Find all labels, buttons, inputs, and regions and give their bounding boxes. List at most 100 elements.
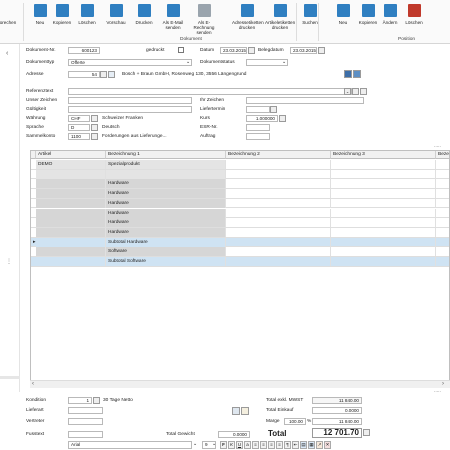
fusstext-field[interactable] xyxy=(68,431,103,438)
sprache-code-field[interactable]: D xyxy=(68,124,90,131)
auftrag-field[interactable] xyxy=(246,133,270,140)
cell-bezeichnung4[interactable] xyxy=(436,189,449,198)
scroll-right-icon[interactable]: › xyxy=(442,381,444,387)
cell-artikel[interactable] xyxy=(36,218,106,228)
cell-bezeichnung1[interactable]: Spezialprodukt xyxy=(106,160,226,169)
cell-bezeichnung3[interactable] xyxy=(331,237,436,247)
ribbon-button-5[interactable]: Als E-Mail senden xyxy=(162,4,184,30)
cell-bezeichnung4[interactable] xyxy=(436,160,449,169)
justify-icon[interactable]: ≡ xyxy=(276,441,283,449)
ribbon-button-12[interactable]: Ändern xyxy=(380,4,400,25)
ribbon-button-9[interactable]: Suchen xyxy=(300,4,320,25)
cell-bezeichnung4[interactable] xyxy=(436,247,449,256)
cell-artikel[interactable] xyxy=(36,169,106,179)
waehrung-lookup-icon[interactable] xyxy=(91,115,98,122)
dokument-nr-field[interactable]: 600123 xyxy=(68,47,100,54)
cell-artikel[interactable] xyxy=(36,257,106,266)
ribbon-button-8[interactable]: Artikeletiketten drucken xyxy=(265,4,295,30)
more-dots-icon[interactable]: ..... xyxy=(434,143,441,149)
insert-link-icon[interactable]: ↗ xyxy=(316,441,323,449)
cell-bezeichnung4[interactable] xyxy=(436,228,449,237)
cell-artikel[interactable] xyxy=(36,227,106,237)
cell-bezeichnung3[interactable] xyxy=(331,179,436,189)
address-edit-icon[interactable] xyxy=(353,70,361,78)
referenztext-field[interactable] xyxy=(68,88,352,95)
table-row[interactable]: Hardware xyxy=(31,179,449,190)
ribbon-button-0[interactable]: Neu xyxy=(33,4,47,25)
italic-icon[interactable]: K xyxy=(228,441,235,449)
cell-bezeichnung1[interactable]: Hardware xyxy=(106,208,226,218)
sprache-lookup-icon[interactable] xyxy=(91,124,98,131)
ribbon-button-11[interactable]: Kopieren xyxy=(357,4,379,25)
kurs-calc-icon[interactable] xyxy=(279,115,286,122)
grid-header-artikel[interactable]: Artikel xyxy=(36,151,106,159)
ribbon-button-4[interactable]: Drucken xyxy=(135,4,153,25)
insert-image-icon[interactable]: ▤ xyxy=(300,441,307,449)
ribbon-button-10[interactable]: Neu xyxy=(334,4,352,25)
cell-bezeichnung3[interactable] xyxy=(331,160,436,169)
vertreter-field[interactable] xyxy=(68,418,103,425)
cell-bezeichnung2[interactable] xyxy=(226,208,331,218)
cell-bezeichnung3[interactable] xyxy=(331,247,436,257)
cell-bezeichnung2[interactable] xyxy=(226,179,331,189)
cell-bezeichnung1[interactable]: Hardware xyxy=(106,189,226,199)
adresse-lookup-icon[interactable] xyxy=(100,71,107,78)
align-center-icon[interactable]: ≡ xyxy=(260,441,267,449)
cell-bezeichnung4[interactable] xyxy=(436,199,449,208)
esr-field[interactable] xyxy=(246,124,270,131)
outdent-icon[interactable]: ⇤ xyxy=(292,441,299,449)
bold-icon[interactable]: F xyxy=(220,441,227,449)
cell-bezeichnung4[interactable] xyxy=(436,238,449,247)
gueltigkeit-field[interactable] xyxy=(68,106,192,113)
ribbon-button-7[interactable]: Adressetiketten drucken xyxy=(232,4,264,30)
grid-header-bezeichnung3[interactable]: Bezeichnung 3 xyxy=(331,151,436,159)
align-right-icon[interactable]: ≡ xyxy=(268,441,275,449)
table-row[interactable]: Hardware xyxy=(31,227,449,238)
cell-bezeichnung4[interactable] xyxy=(436,218,449,227)
cell-bezeichnung2[interactable] xyxy=(226,247,331,257)
table-row[interactable]: DEMO Spezialprodukt xyxy=(31,160,449,170)
collapse-arrow-icon[interactable]: ‹ xyxy=(6,50,8,57)
grid-header-bezeichnung4[interactable]: Bezei xyxy=(436,151,449,159)
chevron-down-icon[interactable]: ⌄ xyxy=(344,88,351,95)
cell-bezeichnung3[interactable] xyxy=(331,257,436,266)
table-row[interactable]: ▸ Subtotal Hardware xyxy=(31,237,449,248)
chevron-down-icon[interactable]: ⌄ xyxy=(186,59,190,65)
ribbon-button-3[interactable]: Vorschau xyxy=(106,4,126,25)
referenztext-edit-icon[interactable] xyxy=(352,88,359,95)
chevron-down-icon[interactable]: ⌄ xyxy=(193,441,197,447)
cell-artikel[interactable] xyxy=(36,179,106,189)
cell-bezeichnung1[interactable]: Hardware xyxy=(106,198,226,208)
cell-bezeichnung1[interactable]: Hardware xyxy=(106,179,226,189)
cell-artikel[interactable] xyxy=(36,247,106,257)
cell-artikel[interactable] xyxy=(36,189,106,199)
delete-format-icon[interactable]: ✕ xyxy=(324,441,331,449)
table-row[interactable]: Hardware xyxy=(31,218,449,228)
kondition-lookup-icon[interactable] xyxy=(93,397,100,404)
chevron-down-icon[interactable]: ⌄ xyxy=(212,441,216,447)
ihr-zeichen-field[interactable] xyxy=(246,97,364,104)
strikethrough-icon[interactable]: a xyxy=(244,441,251,449)
cell-bezeichnung1[interactable]: Software xyxy=(106,247,226,257)
cell-bezeichnung2[interactable] xyxy=(226,189,331,199)
font-family-select[interactable]: Arial xyxy=(68,441,192,449)
lieferart-edit-icon[interactable] xyxy=(241,407,249,415)
cell-artikel[interactable] xyxy=(36,237,106,247)
total-gewicht-field[interactable]: 0.0000 xyxy=(218,431,250,438)
table-row[interactable]: Subtotal Software xyxy=(31,257,449,267)
cell-artikel[interactable] xyxy=(36,198,106,208)
cell-artikel[interactable]: DEMO xyxy=(36,160,106,169)
gedruckt-checkbox[interactable] xyxy=(178,47,184,53)
unser-zeichen-field[interactable] xyxy=(68,97,192,104)
cell-bezeichnung1[interactable]: Hardware xyxy=(106,218,226,228)
grid-horizontal-scrollbar[interactable]: ‹ › xyxy=(30,380,450,388)
cell-bezeichnung2[interactable] xyxy=(226,198,331,208)
insert-table-icon[interactable]: ▦ xyxy=(308,441,315,449)
cell-bezeichnung3[interactable] xyxy=(331,189,436,199)
cell-bezeichnung1[interactable]: Subtotal Software xyxy=(106,257,226,266)
cell-bezeichnung1[interactable] xyxy=(106,169,226,179)
adresse-nr-field[interactable]: 54 xyxy=(68,71,100,78)
grid-header-bezeichnung2[interactable]: Bezeichnung 2 xyxy=(226,151,331,159)
cell-bezeichnung4[interactable] xyxy=(436,179,449,188)
lieferart-field[interactable] xyxy=(68,407,103,414)
